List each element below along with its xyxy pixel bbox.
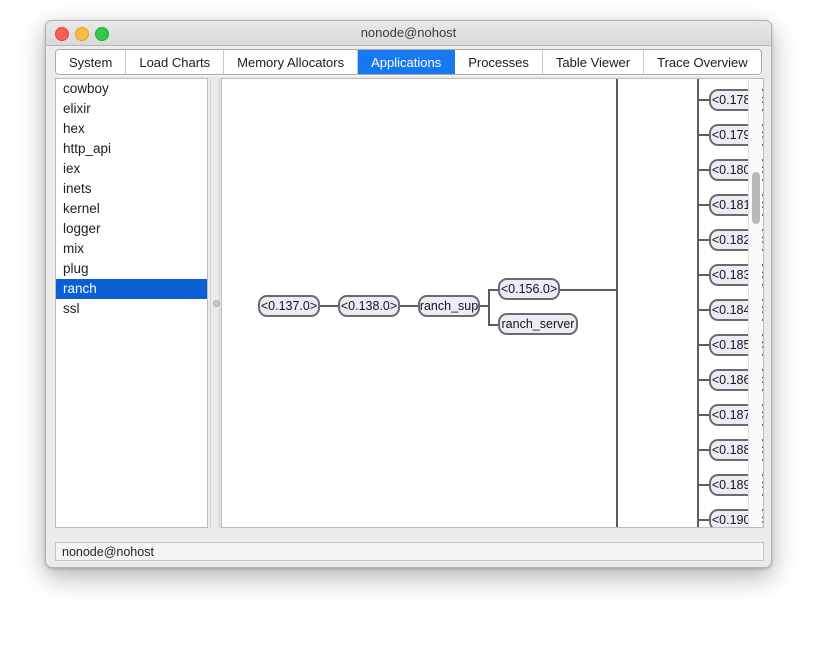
- tab-load-charts[interactable]: Load Charts: [126, 50, 224, 74]
- tree-child-edge: [699, 484, 709, 486]
- applications-list[interactable]: cowboyelixirhexhttp_apiiexinetskernellog…: [55, 78, 208, 528]
- sidebar-item-hex[interactable]: hex: [56, 119, 207, 139]
- children-spine: [697, 79, 699, 527]
- tab-processes[interactable]: Processes: [455, 50, 543, 74]
- tree-child-edge: [699, 414, 709, 416]
- sidebar-item-inets[interactable]: inets: [56, 179, 207, 199]
- window-title: nonode@nohost: [46, 21, 771, 45]
- tree-child-edge: [699, 379, 709, 381]
- vertical-scrollbar-thumb[interactable]: [752, 172, 760, 224]
- tree-child-edge: [699, 134, 709, 136]
- tree-edge-137-138: [320, 305, 338, 307]
- tree-child-edge: [699, 169, 709, 171]
- tab-system[interactable]: System: [56, 50, 126, 74]
- tab-bar: SystemLoad ChartsMemory AllocatorsApplic…: [46, 46, 771, 77]
- tree-node[interactable]: <0.156.0>: [498, 278, 560, 300]
- tree-panel-divider: [616, 79, 618, 527]
- tree-child-edge: [699, 519, 709, 521]
- sidebar-item-plug[interactable]: plug: [56, 259, 207, 279]
- tab-strip: SystemLoad ChartsMemory AllocatorsApplic…: [55, 49, 762, 75]
- vertical-scrollbar[interactable]: [748, 80, 762, 528]
- tab-table-viewer[interactable]: Table Viewer: [543, 50, 644, 74]
- process-tree-panel: <0.137.0> <0.138.0> ranch_sup <0.156.0> ranc…: [221, 78, 764, 528]
- splitter-grip-handle[interactable]: [213, 300, 220, 307]
- sidebar-item-logger[interactable]: logger: [56, 219, 207, 239]
- tab-applications[interactable]: Applications: [358, 50, 455, 74]
- tree-child-edge: [699, 204, 709, 206]
- tree-child-edge: [699, 309, 709, 311]
- sidebar-item-elixir[interactable]: elixir: [56, 99, 207, 119]
- status-bar: nonode@nohost: [55, 542, 764, 561]
- sidebar-item-cowboy[interactable]: cowboy: [56, 79, 207, 99]
- tree-child-edge: [699, 239, 709, 241]
- app-window: nonode@nohost SystemLoad ChartsMemory Al…: [45, 20, 772, 568]
- tree-child-edge: [699, 99, 709, 101]
- sidebar-item-ranch[interactable]: ranch: [56, 279, 207, 299]
- status-bar-text: nonode@nohost: [62, 545, 154, 559]
- tree-edge-split-to-server: [488, 324, 498, 326]
- tree-edge-138-sup: [400, 305, 418, 307]
- tree-node[interactable]: ranch_server: [498, 313, 578, 335]
- sidebar-item-ssl[interactable]: ssl: [56, 299, 207, 319]
- tree-node[interactable]: <0.137.0>: [258, 295, 320, 317]
- sidebar-item-iex[interactable]: iex: [56, 159, 207, 179]
- process-tree-canvas[interactable]: <0.137.0> <0.138.0> ranch_sup <0.156.0> ranc…: [222, 79, 750, 527]
- tree-child-edge: [699, 449, 709, 451]
- sidebar-item-kernel[interactable]: kernel: [56, 199, 207, 219]
- tree-edge-156-out: [560, 289, 616, 291]
- tree-edge-split-to-156: [488, 289, 498, 291]
- tree-edge-split-vertical: [488, 289, 490, 325]
- tree-child-edge: [699, 344, 709, 346]
- tree-child-edge: [699, 274, 709, 276]
- sidebar-item-http_api[interactable]: http_api: [56, 139, 207, 159]
- pane-splitter[interactable]: [210, 78, 220, 528]
- tab-trace-overview[interactable]: Trace Overview: [644, 50, 761, 74]
- title-bar: nonode@nohost: [46, 21, 771, 46]
- tree-node[interactable]: <0.138.0>: [338, 295, 400, 317]
- tree-node[interactable]: ranch_sup: [418, 295, 480, 317]
- main-content: cowboyelixirhexhttp_apiiexinetskernellog…: [55, 78, 764, 559]
- tab-memory-allocators[interactable]: Memory Allocators: [224, 50, 358, 74]
- sidebar-item-mix[interactable]: mix: [56, 239, 207, 259]
